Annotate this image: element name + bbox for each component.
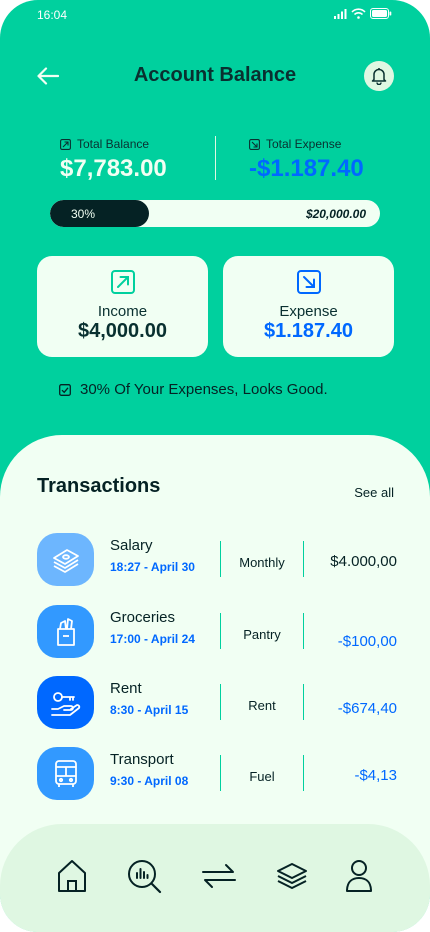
expense-label: Expense — [279, 303, 338, 320]
total-balance-label-row: Total Balance — [60, 137, 167, 151]
bus-icon — [37, 747, 94, 800]
progress-fill — [50, 200, 149, 227]
transaction-divider — [303, 755, 304, 791]
income-arrow-icon — [111, 270, 135, 294]
transaction-category: Monthly — [239, 555, 285, 570]
income-label: Income — [97, 303, 148, 320]
transaction-category: Pantry — [243, 627, 281, 642]
transactions-title: Transactions — [37, 475, 161, 497]
transaction-amount: -$100,00 — [337, 633, 397, 650]
total-balance-label: Total Balance — [77, 137, 150, 151]
profile-icon — [346, 860, 372, 892]
transaction-row[interactable]: Salary 18:27 - April 30 Monthly $4.000,0… — [37, 533, 397, 589]
transaction-row[interactable]: Rent 8:30 - April 15 Rent -$674,40 — [37, 676, 397, 732]
phone-screen: 16:04 Account Balance Total Balance $7,7… — [0, 0, 430, 932]
total-balance: Total Balance $7,783.00 — [60, 137, 167, 183]
transaction-row[interactable]: Groceries 17:00 - April 24 Pantry -$100,… — [37, 605, 397, 661]
nav-analysis[interactable] — [124, 856, 164, 896]
total-balance-value: $7,783.00 — [60, 155, 167, 182]
total-expense: Total Expense -$1.187.40 — [249, 137, 364, 183]
transaction-time: 9:30 - April 08 — [110, 774, 189, 788]
transaction-name: Salary — [110, 537, 153, 554]
transaction-time: 8:30 - April 15 — [110, 703, 189, 717]
transaction-name: Rent — [110, 680, 142, 697]
total-expense-label-row: Total Expense — [249, 137, 364, 151]
money-stack-icon — [37, 533, 94, 586]
checkbox-checked-icon — [59, 383, 71, 396]
bell-icon — [371, 68, 387, 85]
transaction-amount: $4.000,00 — [330, 553, 397, 570]
income-card[interactable]: Income $4,000.00 — [37, 256, 208, 357]
transaction-time: 18:27 - April 30 — [110, 560, 195, 574]
battery-icon — [370, 8, 392, 19]
status-time: 16:04 — [37, 8, 68, 22]
analysis-icon — [128, 860, 162, 894]
transaction-name: Groceries — [110, 609, 176, 626]
notifications-button[interactable] — [364, 61, 394, 91]
income-value: $4,000.00 — [78, 320, 167, 342]
layers-icon — [277, 863, 307, 889]
wifi-icon — [351, 8, 366, 19]
transaction-time: 17:00 - April 24 — [110, 632, 195, 646]
transaction-divider — [303, 541, 304, 577]
total-expense-label: Total Expense — [266, 137, 342, 151]
nav-profile[interactable] — [339, 856, 379, 896]
expense-arrow-icon — [297, 270, 321, 294]
bottom-nav — [0, 824, 430, 932]
transaction-category: Rent — [248, 698, 276, 713]
signal-icon — [334, 8, 347, 19]
balance-divider — [215, 136, 216, 180]
arrow-down-right-box-icon — [249, 138, 260, 150]
status-icons — [334, 8, 392, 19]
nav-home[interactable] — [52, 856, 92, 896]
expense-value: $1.187.40 — [264, 320, 353, 342]
total-expense-value: -$1.187.40 — [249, 155, 364, 182]
grocery-bag-icon — [37, 605, 94, 658]
transaction-divider — [303, 613, 304, 649]
progress-goal: $20,000.00 — [305, 207, 366, 221]
transaction-name: Transport — [110, 751, 174, 768]
nav-layers[interactable] — [272, 856, 312, 896]
expense-note-text: 30% Of Your Expenses, Looks Good. — [80, 381, 328, 398]
expense-progress-bar: 30% $20,000.00 — [50, 200, 380, 227]
expense-card[interactable]: Expense $1.187.40 — [223, 256, 394, 357]
transaction-category: Fuel — [249, 769, 275, 784]
nav-transfer[interactable] — [199, 856, 239, 896]
transaction-amount: -$674,40 — [337, 700, 397, 717]
see-all-link[interactable]: See all — [354, 485, 394, 500]
home-icon — [58, 860, 86, 892]
progress-percent: 30% — [71, 207, 96, 221]
key-hand-icon — [37, 676, 94, 729]
transaction-row[interactable]: Transport 9:30 - April 08 Fuel -$4,13 — [37, 747, 397, 803]
transaction-amount: -$4,13 — [354, 767, 397, 784]
transaction-divider — [303, 684, 304, 720]
expense-note: 30% Of Your Expenses, Looks Good. — [59, 381, 328, 398]
transfer-icon — [202, 864, 236, 888]
arrow-up-right-box-icon — [60, 138, 71, 150]
